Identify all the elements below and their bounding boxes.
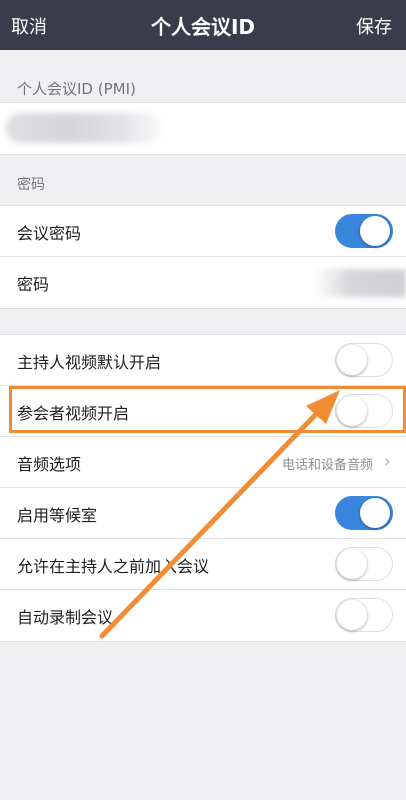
meeting-password-toggle[interactable] xyxy=(335,214,393,248)
participant-video-label: 参会者视频开启 xyxy=(17,404,130,423)
navigation-bar: 取消 个人会议ID 保存 xyxy=(0,0,406,50)
audio-options-label: 音频选项 xyxy=(17,455,82,474)
password-card: 会议密码 密码 xyxy=(0,205,406,309)
host-video-row: 主持人视频默认开启 xyxy=(0,335,406,386)
pmi-section-header: 个人会议ID (PMI) xyxy=(17,80,136,98)
meeting-password-label: 会议密码 xyxy=(17,224,82,243)
auto-record-label: 自动录制会议 xyxy=(17,608,114,627)
toggle-knob xyxy=(360,498,390,528)
meeting-password-row: 会议密码 xyxy=(0,206,406,257)
auto-record-toggle[interactable] xyxy=(335,598,393,632)
audio-options-row[interactable]: 音频选项 电话和设备音频 › xyxy=(0,437,406,488)
audio-options-value: 电话和设备音频 xyxy=(281,458,373,473)
participant-video-toggle[interactable] xyxy=(335,394,393,428)
host-video-label: 主持人视频默认开启 xyxy=(17,353,162,372)
toggle-knob xyxy=(360,216,390,246)
toggle-knob xyxy=(337,345,367,375)
save-button[interactable]: 保存 xyxy=(356,13,392,39)
pmi-row xyxy=(0,103,406,154)
options-card: 主持人视频默认开启 参会者视频开启 音频选项 电话和设备音频 › 启用等候室 允… xyxy=(0,334,406,642)
join-before-host-row: 允许在主持人之前加入会议 xyxy=(0,539,406,590)
chevron-right-icon: › xyxy=(383,451,391,472)
toggle-knob xyxy=(337,396,367,426)
password-label: 密码 xyxy=(17,275,50,294)
pmi-value-blurred xyxy=(6,113,162,143)
pmi-card xyxy=(0,102,406,155)
toggle-knob xyxy=(337,600,367,630)
auto-record-row: 自动录制会议 xyxy=(0,590,406,641)
password-section-header: 密码 xyxy=(17,177,45,193)
password-row[interactable]: 密码 xyxy=(0,257,406,308)
password-value-blurred xyxy=(314,269,406,297)
page-title: 个人会议ID xyxy=(150,15,256,39)
join-before-host-label: 允许在主持人之前加入会议 xyxy=(17,557,210,576)
participant-video-row: 参会者视频开启 xyxy=(0,386,406,437)
host-video-toggle[interactable] xyxy=(335,343,393,377)
join-before-host-toggle[interactable] xyxy=(335,547,393,581)
toggle-knob xyxy=(337,549,367,579)
waiting-room-row: 启用等候室 xyxy=(0,488,406,539)
waiting-room-label: 启用等候室 xyxy=(17,506,98,525)
waiting-room-toggle[interactable] xyxy=(335,496,393,530)
